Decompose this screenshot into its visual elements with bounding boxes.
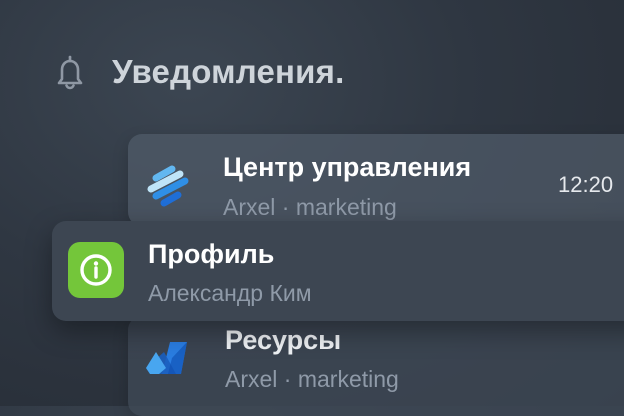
page-title: Уведомления. xyxy=(112,53,345,90)
notification-title: Ресурсы xyxy=(225,325,342,355)
notification-time: 12:20 xyxy=(558,172,614,197)
notification-title: Центр управления xyxy=(223,152,472,182)
notification-title: Профиль xyxy=(148,239,275,269)
arxel-stripes-icon xyxy=(142,158,198,214)
notifications-header: Уведомления. xyxy=(50,52,344,92)
notification-subtitle: Arxel · marketing xyxy=(223,194,397,220)
notification-card-active[interactable]: Профиль Александр Ким xyxy=(52,221,624,321)
notification-subtitle: Александр Ким xyxy=(148,280,312,306)
notification-card[interactable]: Ресурсы Arxel · marketing xyxy=(128,316,624,416)
notification-subtitle: Arxel · marketing xyxy=(225,366,399,392)
profile-app-icon xyxy=(68,242,124,298)
info-icon xyxy=(68,242,124,298)
bell-icon[interactable] xyxy=(50,52,90,92)
azure-icon xyxy=(142,330,198,386)
notification-card[interactable]: Центр управления Arxel · marketing 12:20 xyxy=(128,134,624,226)
